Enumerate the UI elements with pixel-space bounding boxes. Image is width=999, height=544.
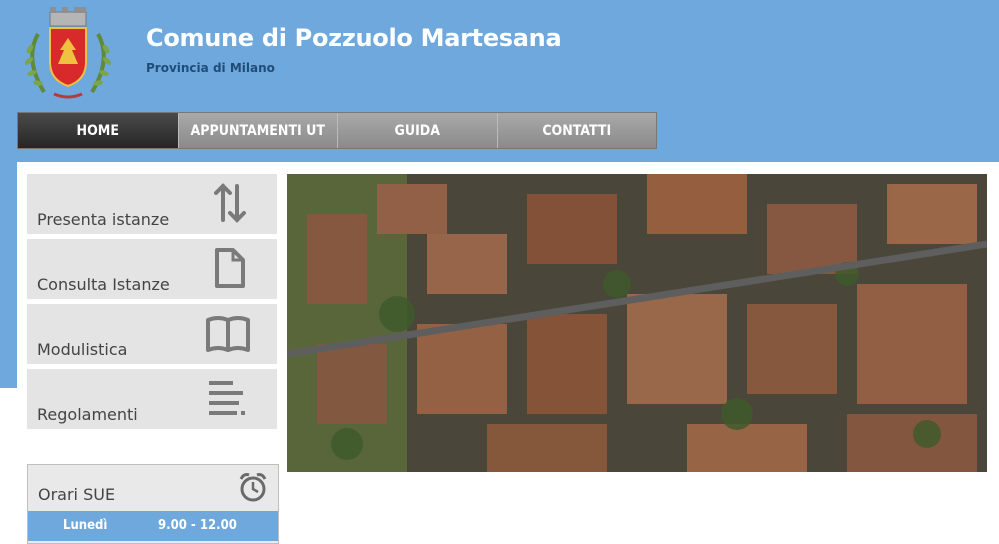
nav-appuntamenti[interactable]: APPUNTAMENTI UT	[177, 113, 337, 148]
arrows-up-down-icon	[214, 183, 246, 223]
sidebar-item-label: Consulta Istanze	[37, 275, 170, 294]
nav-home[interactable]: HOME	[18, 113, 178, 148]
alarm-clock-icon	[239, 473, 267, 502]
document-icon	[215, 248, 245, 288]
orari-time: 9.00 - 12.00	[158, 518, 237, 533]
main-navbar: HOME APPUNTAMENTI UT GUIDA CONTATTI	[17, 112, 657, 149]
sidebar-item-label: Regolamenti	[37, 405, 138, 424]
orari-panel: Orari SUE Lunedì 9.00 - 12.00	[27, 464, 279, 544]
municipal-crest-icon[interactable]	[18, 4, 118, 104]
page-title: Comune di Pozzuolo Martesana	[146, 24, 562, 52]
sidebar-item-label: Presenta istanze	[37, 210, 170, 229]
orari-row: Lunedì 9.00 - 12.00	[28, 511, 278, 541]
orari-day: Lunedì	[63, 518, 108, 533]
sidebar-item-consulta-istanze[interactable]: Consulta Istanze	[27, 239, 277, 299]
sidebar-item-modulistica[interactable]: Modulistica	[27, 304, 277, 364]
open-book-icon	[206, 316, 250, 352]
text-lines-icon	[209, 381, 245, 415]
nav-guida[interactable]: GUIDA	[337, 113, 497, 148]
nav-contatti[interactable]: CONTATTI	[496, 113, 656, 148]
sidebar-item-presenta-istanze[interactable]: Presenta istanze	[27, 174, 277, 234]
aerial-town-photo	[287, 174, 987, 472]
sidebar-item-label: Modulistica	[37, 340, 128, 359]
orari-title: Orari SUE	[38, 485, 116, 504]
sidebar-item-regolamenti[interactable]: Regolamenti	[27, 369, 277, 429]
page-subtitle: Provincia di Milano	[146, 61, 275, 75]
